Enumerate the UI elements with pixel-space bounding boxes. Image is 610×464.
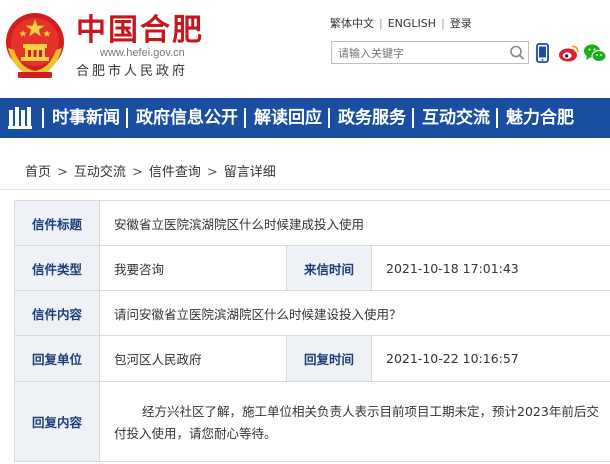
title-value: 安徽省立医院滨湖院区什么时候建成投入使用 [98, 200, 610, 246]
table-row: 信件标题 安徽省立医院滨湖院区什么时候建成投入使用 [14, 200, 610, 246]
breadcrumb-current: 留言详细 [223, 165, 276, 180]
type-label: 信件类型 [14, 245, 100, 291]
breadcrumb-separator: > [57, 165, 68, 180]
top-links: 繁体中文 | ENGLISH | 登录 [330, 15, 472, 31]
breadcrumb: 首页 > 互动交流 > 信件查询 > 留言详细 [25, 161, 276, 180]
breadcrumb-interaction[interactable]: 互动交流 [74, 165, 126, 180]
nav-item-services[interactable]: 政务服务 [328, 108, 412, 128]
main-nav: 时事新闻 政府信息公开 解读回应 政务服务 互动交流 魅力合肥 [0, 98, 610, 138]
breadcrumb-separator: > [131, 165, 143, 180]
search-input[interactable] [332, 43, 508, 64]
site-header: 中国合肥 www.hefei.gov.cn 合肥市人民政府 繁体中文 | ENGLI… [0, 0, 610, 98]
nav-item-news[interactable]: 时事新闻 [42, 108, 126, 128]
table-row: 回复单位 包河区人民政府 回复时间 2021-10-22 10:16:57 [14, 335, 610, 382]
table-row: 信件内容 请问安徽省立医院滨湖院区什么时候建设投入使用？ [14, 290, 610, 336]
breadcrumb-separator: > [206, 165, 218, 180]
login-link[interactable]: 登录 [450, 15, 472, 31]
recv-time-label: 来信时间 [286, 245, 372, 291]
reply-time-value: 2021-10-22 10:16:57 [370, 335, 610, 382]
breadcrumb-letter-query[interactable]: 信件查询 [149, 165, 201, 180]
reply-content-label: 回复内容 [14, 381, 100, 462]
reply-content-value: 经方兴社区了解，施工单位相关负责人表示目前项目工期未定，预计2023年前后交付投… [114, 403, 599, 441]
reply-time-label: 回复时间 [286, 335, 372, 382]
weibo-icon[interactable] [558, 43, 580, 63]
reply-unit-label: 回复单位 [14, 335, 100, 382]
breadcrumb-home[interactable]: 首页 [25, 165, 51, 180]
site-subtitle: 合肥市人民政府 [76, 64, 189, 79]
english-link[interactable]: ENGLISH [388, 17, 436, 30]
reply-unit-value: 包河区人民政府 [99, 335, 287, 382]
nav-item-gov-info[interactable]: 政府信息公开 [126, 108, 244, 128]
content-label: 信件内容 [14, 290, 100, 336]
nav-item-interpretation[interactable]: 解读回应 [244, 108, 328, 128]
search-icon[interactable] [506, 42, 528, 63]
traditional-chinese-link[interactable]: 繁体中文 [330, 15, 374, 31]
nav-item-interaction[interactable]: 互动交流 [412, 108, 496, 128]
type-value: 我要咨询 [99, 245, 287, 291]
site-url: www.hefei.gov.cn [100, 47, 185, 59]
letter-detail-table: 信件标题 安徽省立医院滨湖院区什么时候建成投入使用 信件类型 我要咨询 来信时间… [14, 200, 610, 462]
content-value: 请问安徽省立医院滨湖院区什么时候建设投入使用？ [98, 290, 610, 336]
recv-time-value: 2021-10-18 17:01:43 [370, 245, 610, 291]
link-separator: | [379, 17, 383, 30]
title-label: 信件标题 [14, 200, 100, 246]
nav-items: 时事新闻 政府信息公开 解读回应 政务服务 互动交流 魅力合肥 [42, 98, 580, 138]
emblem-icon[interactable] [4, 8, 66, 82]
nav-home-icon[interactable] [8, 107, 34, 129]
table-row: 回复内容 经方兴社区了解，施工单位相关负责人表示目前项目工期未定，预计2023年… [14, 381, 610, 462]
wechat-icon[interactable] [583, 43, 607, 63]
site-name[interactable]: 中国合肥 [76, 14, 204, 48]
nav-item-charm-hefei[interactable]: 魅力合肥 [496, 108, 580, 128]
phone-icon[interactable] [536, 43, 549, 63]
search-box [331, 41, 529, 64]
table-row: 信件类型 我要咨询 来信时间 2021-10-18 17:01:43 [14, 245, 610, 291]
link-separator: | [441, 17, 445, 30]
reply-content-cell: 经方兴社区了解，施工单位相关负责人表示目前项目工期未定，预计2023年前后交付投… [98, 381, 610, 462]
breadcrumb-divider [0, 189, 610, 190]
